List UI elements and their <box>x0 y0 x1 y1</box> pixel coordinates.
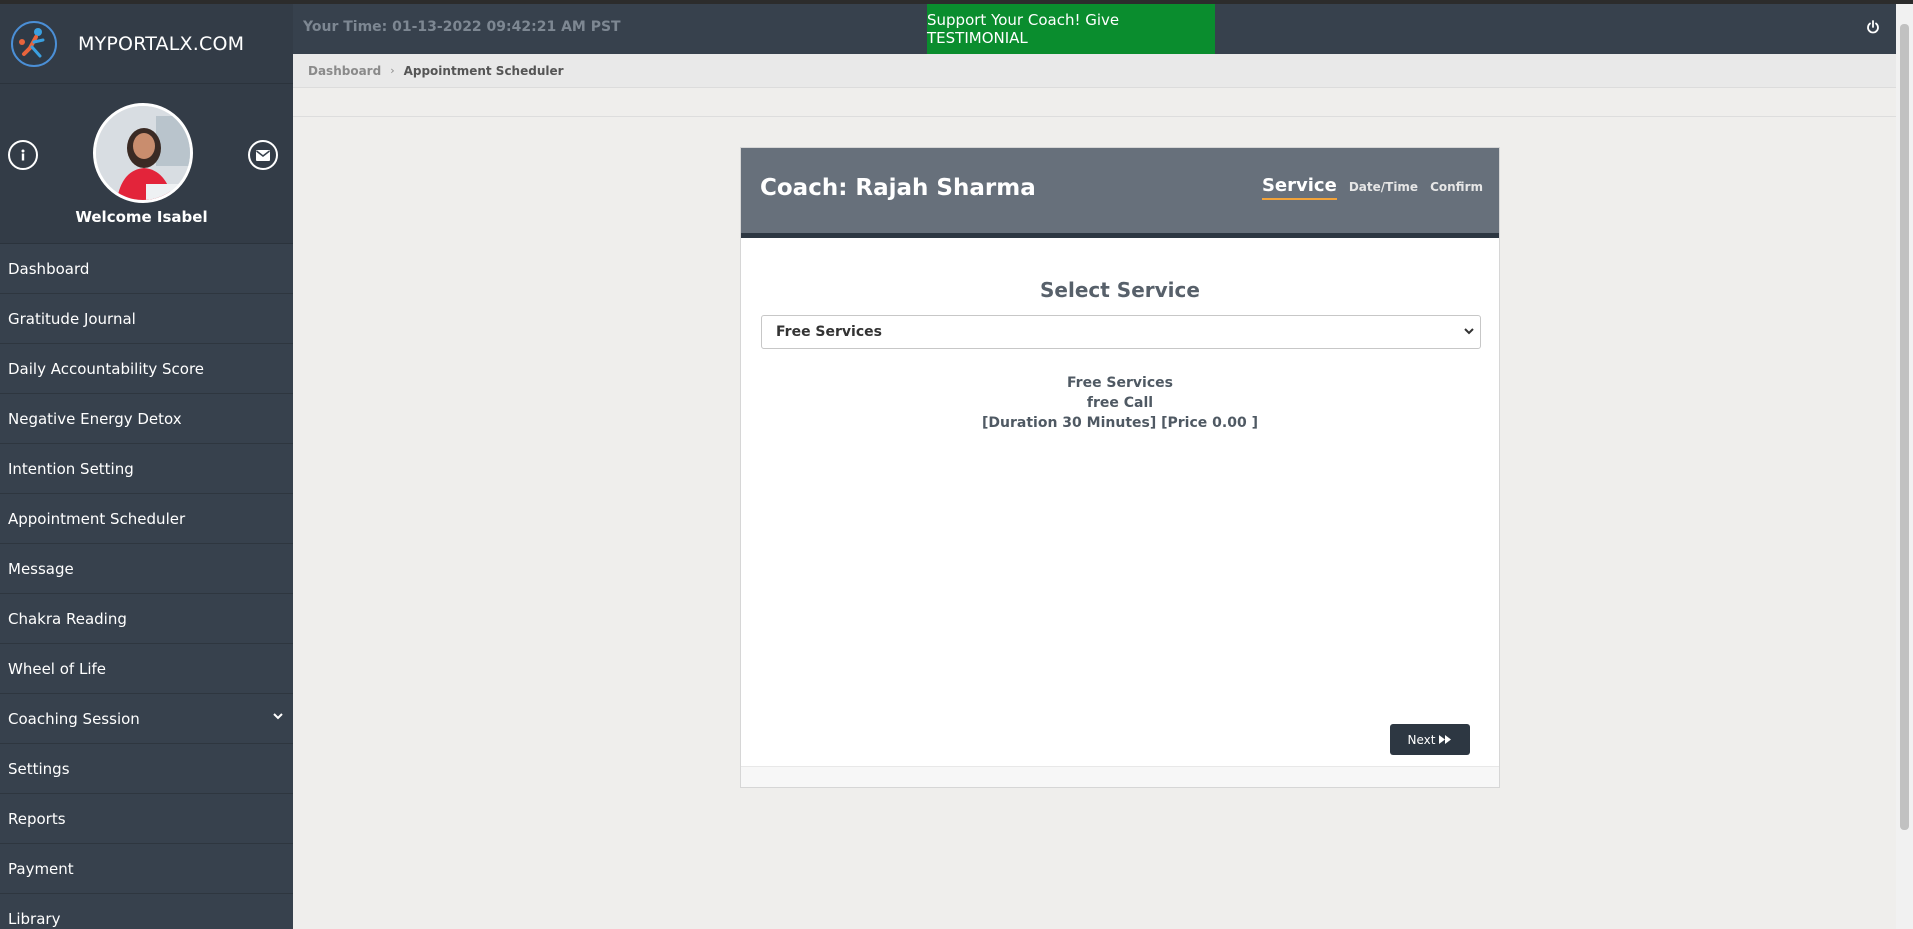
current-time: Your Time: 01-13-2022 09:42:21 AM PST <box>303 19 621 35</box>
card-footer <box>741 766 1499 787</box>
sidebar-item-intention-setting[interactable]: Intention Setting <box>0 444 293 494</box>
sidebar-item-appointment-scheduler[interactable]: Appointment Scheduler <box>0 494 293 544</box>
card-header: Coach: Rajah Sharma Service Date/Time Co… <box>741 148 1499 238</box>
sidebar-item-coaching-session[interactable]: Coaching Session <box>0 694 293 744</box>
logo-icon <box>11 20 57 67</box>
sidebar-item-label: Coaching Session <box>8 709 140 728</box>
step-indicator: Service Date/Time Confirm <box>1250 175 1483 200</box>
fast-forward-icon <box>1439 735 1452 744</box>
sidebar-item-wheel-of-life[interactable]: Wheel of Life <box>0 644 293 694</box>
sidebar-item-gratitude-journal[interactable]: Gratitude Journal <box>0 294 293 344</box>
chevron-down-icon <box>273 713 283 720</box>
service-info: Free Services free Call [Duration 30 Min… <box>741 373 1499 433</box>
service-select[interactable]: Free Services <box>761 315 1481 349</box>
sidebar-item-chakra-reading[interactable]: Chakra Reading <box>0 594 293 644</box>
breadcrumb-dashboard[interactable]: Dashboard <box>308 64 381 78</box>
step-service[interactable]: Service <box>1261 175 1337 200</box>
breadcrumb: Dashboard › Appointment Scheduler <box>293 54 1896 88</box>
scheduler-card: Coach: Rajah Sharma Service Date/Time Co… <box>740 147 1500 788</box>
service-details: [Duration 30 Minutes] [Price 0.00 ] <box>982 415 1258 431</box>
step-confirm[interactable]: Confirm <box>1430 180 1483 200</box>
service-name: free Call <box>1086 395 1154 411</box>
sidebar-item-daily-accountability-score[interactable]: Daily Accountability Score <box>0 344 293 394</box>
sidebar-item-negative-energy-detox[interactable]: Negative Energy Detox <box>0 394 293 444</box>
select-service-title: Select Service <box>1040 278 1200 302</box>
next-button[interactable]: Next <box>1390 724 1470 755</box>
chevron-down-icon <box>1464 328 1474 335</box>
service-category: Free Services <box>1067 375 1173 391</box>
sidebar-item-payment[interactable]: Payment <box>0 844 293 894</box>
step-datetime[interactable]: Date/Time <box>1349 180 1418 200</box>
mail-icon[interactable] <box>248 140 278 170</box>
breadcrumb-current: Appointment Scheduler <box>403 63 564 78</box>
power-icon[interactable] <box>1866 20 1880 34</box>
avatar[interactable] <box>93 103 193 203</box>
brand[interactable]: MYPORTALX.COM <box>0 4 293 84</box>
sidebar-item-message[interactable]: Message <box>0 544 293 594</box>
sidebar-item-reports[interactable]: Reports <box>0 794 293 844</box>
info-icon[interactable] <box>8 140 38 170</box>
page-scrollbar[interactable] <box>1896 4 1913 929</box>
next-button-label: Next <box>1407 732 1436 747</box>
welcome-text: Welcome Isabel <box>75 208 208 226</box>
sub-header-bar <box>293 88 1896 117</box>
testimonial-button[interactable]: Support Your Coach! Give TESTIMONIAL <box>927 4 1215 54</box>
sidebar-item-library[interactable]: Library <box>0 894 293 929</box>
sidebar: MYPORTALX.COM Welcome Isabel Dashboard G… <box>0 4 293 929</box>
brand-name: MYPORTALX.COM <box>78 32 245 55</box>
top-bar: Your Time: 01-13-2022 09:42:21 AM PST Su… <box>293 4 1896 54</box>
breadcrumb-separator-icon: › <box>390 64 395 77</box>
sidebar-item-settings[interactable]: Settings <box>0 744 293 794</box>
coach-name: Coach: Rajah Sharma <box>760 175 1036 201</box>
sidebar-item-dashboard[interactable]: Dashboard <box>0 244 293 294</box>
profile-panel: Welcome Isabel <box>0 84 293 244</box>
service-select-value: Free Services <box>776 324 882 340</box>
scrollbar-thumb[interactable] <box>1900 24 1909 830</box>
